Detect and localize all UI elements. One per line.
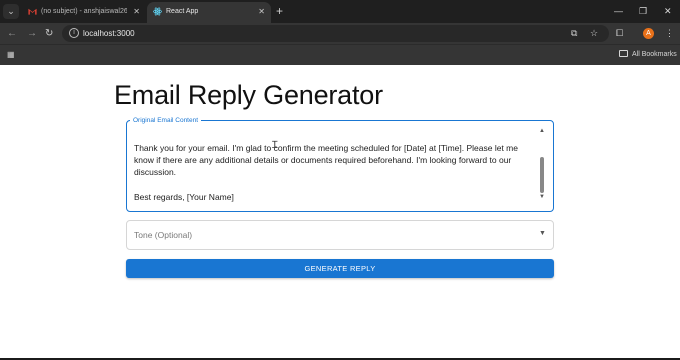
generate-reply-button[interactable]: GENERATE REPLY: [126, 259, 554, 278]
reload-icon[interactable]: ↻: [45, 25, 53, 42]
folder-icon: [619, 50, 628, 57]
scrollbar-thumb[interactable]: [540, 157, 544, 193]
email-line: know if there are any additional details…: [134, 155, 512, 166]
email-blank-line: [134, 179, 532, 191]
back-icon[interactable]: ←: [7, 25, 17, 42]
close-window-icon[interactable]: ✕: [664, 2, 672, 20]
tone-select-label: Tone (Optional): [134, 230, 193, 240]
email-content-label: Original Email Content: [130, 116, 202, 125]
bookmarks-bar: ▦ All Bookmarks: [0, 44, 680, 65]
forward-icon[interactable]: →: [27, 25, 37, 42]
minimize-icon[interactable]: —: [614, 2, 623, 20]
email-content-text[interactable]: Thank you for your email. I'm glad to co…: [134, 142, 532, 203]
page-content: Email Reply Generator Original Email Con…: [0, 65, 680, 360]
email-line: Best regards, [Your Name]: [134, 191, 234, 202]
gmail-icon: [28, 8, 37, 15]
tab-strip: ⌄ (no subject) - anshjaiswal26@g ✕ React…: [0, 0, 680, 23]
bookmark-star-icon[interactable]: ☆: [590, 25, 598, 42]
page-title: Email Reply Generator: [114, 80, 383, 110]
profile-avatar[interactable]: A: [643, 28, 654, 39]
new-tab-icon[interactable]: +: [276, 2, 283, 20]
url-text: localhost:3000: [83, 29, 135, 38]
close-tab-icon[interactable]: ✕: [133, 2, 140, 21]
all-bookmarks-button[interactable]: All Bookmarks: [619, 45, 677, 64]
tab-gmail[interactable]: (no subject) - anshjaiswal26@g ✕: [22, 2, 146, 23]
email-line: discussion.: [134, 167, 177, 178]
tab-search-button[interactable]: ⌄: [3, 4, 19, 19]
dropdown-arrow-icon[interactable]: ▼: [539, 230, 546, 237]
address-bar[interactable]: i localhost:3000 ⧉ ☆: [62, 25, 609, 42]
tab-title: (no subject) - anshjaiswal26@g: [41, 8, 127, 15]
browser-toolbar: ← → ↻ i localhost:3000 ⧉ ☆ ⧠ A ⋮: [0, 23, 680, 44]
tab-title: React App: [166, 8, 199, 15]
site-info-icon[interactable]: i: [69, 28, 79, 38]
scroll-up-icon[interactable]: ▲: [539, 128, 545, 134]
apps-grid-icon[interactable]: ▦: [7, 50, 16, 59]
all-bookmarks-label: All Bookmarks: [632, 51, 677, 58]
extensions-icon[interactable]: ⧠: [616, 25, 623, 42]
menu-kebab-icon[interactable]: ⋮: [665, 25, 674, 42]
scroll-down-icon[interactable]: ▼: [539, 194, 545, 200]
text-cursor-icon: Ɪ: [272, 140, 278, 151]
cast-icon[interactable]: ⧉: [571, 25, 577, 42]
react-icon: [153, 7, 162, 16]
restore-icon[interactable]: ❐: [639, 2, 647, 20]
tab-react-app[interactable]: React App ✕: [147, 2, 271, 23]
close-tab-icon[interactable]: ✕: [258, 2, 265, 21]
email-line: Thank you for your email. I'm glad to co…: [134, 143, 518, 153]
